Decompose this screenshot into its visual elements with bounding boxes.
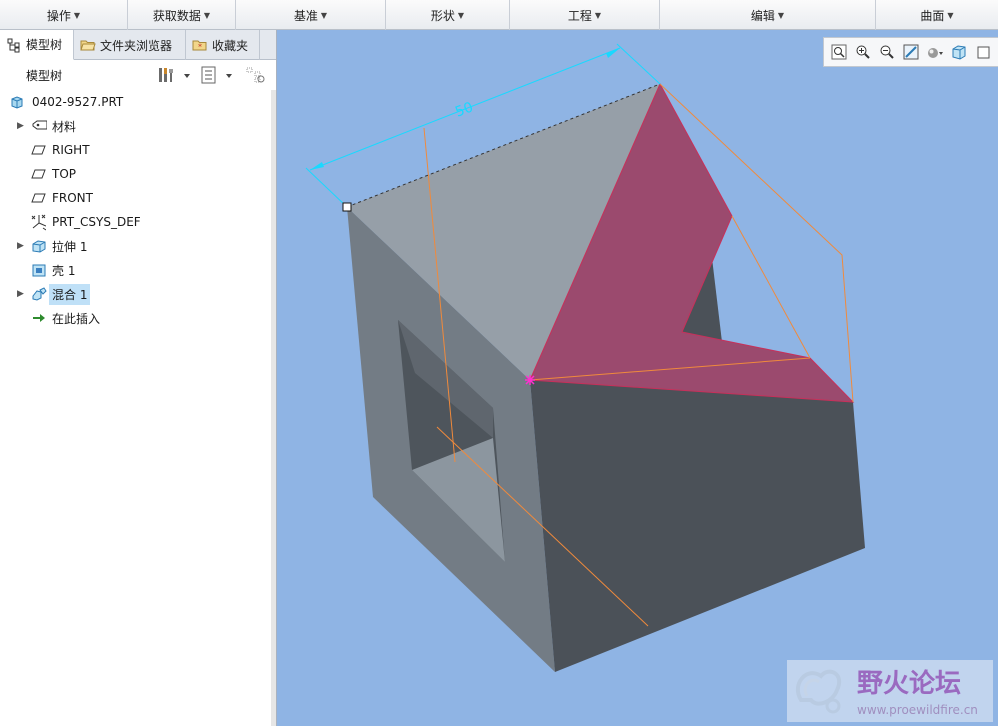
- expand-arrow-icon[interactable]: ▶: [17, 121, 24, 131]
- material-icon: [31, 118, 47, 134]
- insert-here-icon: [31, 310, 47, 326]
- ribbon-get-data[interactable]: 获取数据 ▼: [128, 0, 236, 30]
- tab-folder-browser[interactable]: 文件夹浏览器: [74, 30, 186, 60]
- caret-down-icon: ▼: [203, 10, 211, 20]
- zoom-in-icon: [856, 45, 870, 59]
- tab-favorites[interactable]: * 收藏夹: [186, 30, 260, 60]
- tree-item-label: 在此插入: [52, 311, 101, 326]
- dim-arrow-right: [606, 48, 620, 58]
- tab-model-tree[interactable]: 模型树: [0, 30, 74, 60]
- ribbon-shapes[interactable]: 形状 ▼: [386, 0, 510, 30]
- zoom-out-icon: [880, 45, 894, 59]
- ribbon-engineering[interactable]: 工程 ▼: [510, 0, 660, 30]
- box-front-face: [530, 380, 865, 672]
- tree-scrollbar[interactable]: [271, 90, 276, 726]
- list-icon: [201, 66, 232, 84]
- tree-item-front[interactable]: FRONT: [0, 186, 276, 210]
- navigator-tabs: 模型树 文件夹浏览器 * 收藏夹: [0, 30, 276, 60]
- caret-down-icon: ▼: [73, 10, 81, 20]
- svg-text:*: *: [198, 43, 202, 52]
- tree-item-csys[interactable]: PRT_CSYS_DEF: [0, 210, 276, 234]
- tree-show-button[interactable]: [200, 66, 236, 84]
- refit-icon: [831, 44, 847, 60]
- favorites-icon: *: [192, 37, 208, 53]
- expand-arrow-icon[interactable]: ▶: [17, 241, 24, 251]
- caret-down-icon: ▼: [594, 10, 602, 20]
- dim-extension-1: [305, 167, 348, 208]
- model-tree: 0402-9527.PRT ▶ 材料 RIGHT TOP FRONT PRT_C…: [0, 90, 276, 330]
- tree-item-label: FRONT: [52, 191, 93, 205]
- tree-settings-button[interactable]: [158, 66, 192, 84]
- ribbon-editing[interactable]: 编辑 ▼: [660, 0, 876, 30]
- tree-item-blend[interactable]: ▶ 混合 1: [0, 282, 276, 306]
- shell-icon: [31, 262, 47, 278]
- tree-item-label: 拉伸 1: [52, 239, 88, 254]
- view-toolbar: [823, 37, 998, 67]
- tree-item-label: RIGHT: [52, 143, 90, 157]
- part-icon: [9, 94, 25, 110]
- caret-down-icon: ▼: [320, 10, 328, 20]
- repaint-icon: [903, 44, 919, 60]
- datum-plane-icon: [31, 190, 47, 206]
- tree-item-label: 0402-9527.PRT: [32, 95, 124, 109]
- forum-watermark: 野火论坛 www.proewildfire.cn: [787, 660, 993, 722]
- filter-icon: [246, 67, 265, 83]
- dim-arrow-left: [310, 162, 324, 170]
- dim-extension-2: [616, 43, 661, 85]
- tree-item-label: 混合 1: [49, 283, 91, 305]
- tree-item-part[interactable]: 0402-9527.PRT: [0, 90, 276, 114]
- menu-ribbon: 操作 ▼ 获取数据 ▼ 基准 ▼ 形状 ▼ 工程 ▼ 编辑 ▼ 曲面 ▼: [0, 0, 998, 30]
- datum-plane-icon: [31, 142, 47, 158]
- ribbon-surfaces[interactable]: 曲面 ▼: [876, 0, 998, 30]
- model-tree-toolbar: 模型树: [0, 60, 276, 90]
- tree-item-right[interactable]: RIGHT: [0, 138, 276, 162]
- caret-down-icon: ▼: [457, 10, 465, 20]
- zoom-out-button[interactable]: [878, 43, 896, 61]
- cube-icon: [952, 45, 966, 60]
- box-outline-icon: [977, 46, 990, 59]
- graphics-viewport[interactable]: 50 野火论坛 www.proewildfire.cn: [277, 30, 998, 726]
- tree-filter-button[interactable]: [246, 66, 266, 84]
- tree-item-top[interactable]: TOP: [0, 162, 276, 186]
- view-more-button[interactable]: [974, 43, 992, 61]
- tree-item-label: 材料: [52, 119, 77, 134]
- repaint-button[interactable]: [902, 43, 920, 61]
- tree-item-label: TOP: [52, 167, 77, 181]
- expand-arrow-icon[interactable]: ▶: [17, 289, 24, 299]
- vertex-marker: [342, 202, 352, 212]
- display-style-button[interactable]: [926, 43, 944, 61]
- pink-star-marker: [525, 375, 535, 385]
- zoom-in-button[interactable]: [854, 43, 872, 61]
- ribbon-operations[interactable]: 操作 ▼: [0, 0, 128, 30]
- navigator-panel: 模型树 文件夹浏览器 * 收藏夹 模型树 0402-9527.PRT ▶ 材料 …: [0, 30, 277, 726]
- refit-button[interactable]: [830, 43, 848, 61]
- tree-item-insert-here[interactable]: 在此插入: [0, 306, 276, 330]
- blend-icon: [31, 286, 47, 302]
- model-canvas[interactable]: 50: [277, 30, 998, 726]
- tree-item-extrude[interactable]: ▶ 拉伸 1: [0, 234, 276, 258]
- shading-icon: [928, 48, 943, 58]
- caret-down-icon: ▼: [947, 10, 954, 20]
- extrude-icon: [31, 238, 47, 254]
- model-tree-icon: [6, 37, 22, 53]
- tree-item-label: 壳 1: [52, 263, 76, 278]
- folder-icon: [80, 37, 96, 53]
- dimension-value: 50: [453, 99, 475, 120]
- tree-item-material[interactable]: ▶ 材料: [0, 114, 276, 138]
- caret-down-icon: ▼: [777, 10, 785, 20]
- ribbon-datum[interactable]: 基准 ▼: [236, 0, 386, 30]
- csys-icon: [30, 214, 46, 231]
- datum-plane-icon: [31, 166, 47, 182]
- model-tree-title: 模型树: [26, 68, 63, 83]
- tree-item-shell[interactable]: 壳 1: [0, 258, 276, 282]
- tools-icon: [159, 68, 190, 82]
- watermark-logo: 野火论坛 www.proewildfire.cn: [795, 669, 978, 717]
- saved-views-button[interactable]: [950, 43, 968, 61]
- watermark-title: 野火论坛: [857, 669, 961, 699]
- tree-item-label: PRT_CSYS_DEF: [52, 215, 141, 229]
- watermark-url: www.proewildfire.cn: [857, 703, 978, 717]
- datum-line-3: [731, 215, 811, 359]
